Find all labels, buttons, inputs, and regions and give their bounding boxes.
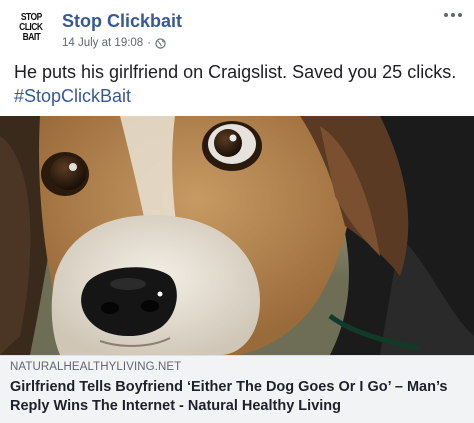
page-name-link[interactable]: Stop Clickbait [62, 11, 182, 32]
post-text: He puts his girlfriend on Craigslist. Sa… [14, 60, 464, 108]
globe-icon[interactable] [155, 37, 166, 49]
hashtag-link[interactable]: #StopClickBait [14, 86, 131, 106]
facebook-post: STOP CLICK BAIT Stop Clickbait 14 July a… [0, 0, 474, 423]
page-avatar-logo[interactable]: STOP CLICK BAIT [12, 8, 50, 48]
link-domain: NATURALHEALTHYLIVING.NET [10, 361, 182, 373]
link-preview[interactable]: NATURALHEALTHYLIVING.NET Girlfriend Tell… [0, 355, 474, 423]
meta-separator: · [147, 37, 152, 49]
post-timestamp[interactable]: 14 July at 19:08 [62, 37, 143, 49]
post-body-text: He puts his girlfriend on Craigslist. Sa… [14, 62, 457, 82]
link-title[interactable]: Girlfriend Tells Boyfriend ‘Either The D… [10, 378, 465, 416]
more-options-icon[interactable] [444, 10, 462, 20]
post-meta: 14 July at 19:08 · [62, 37, 166, 49]
avatar-line-bait: BAIT [22, 32, 40, 43]
beagle-dog-photo[interactable] [0, 116, 474, 355]
